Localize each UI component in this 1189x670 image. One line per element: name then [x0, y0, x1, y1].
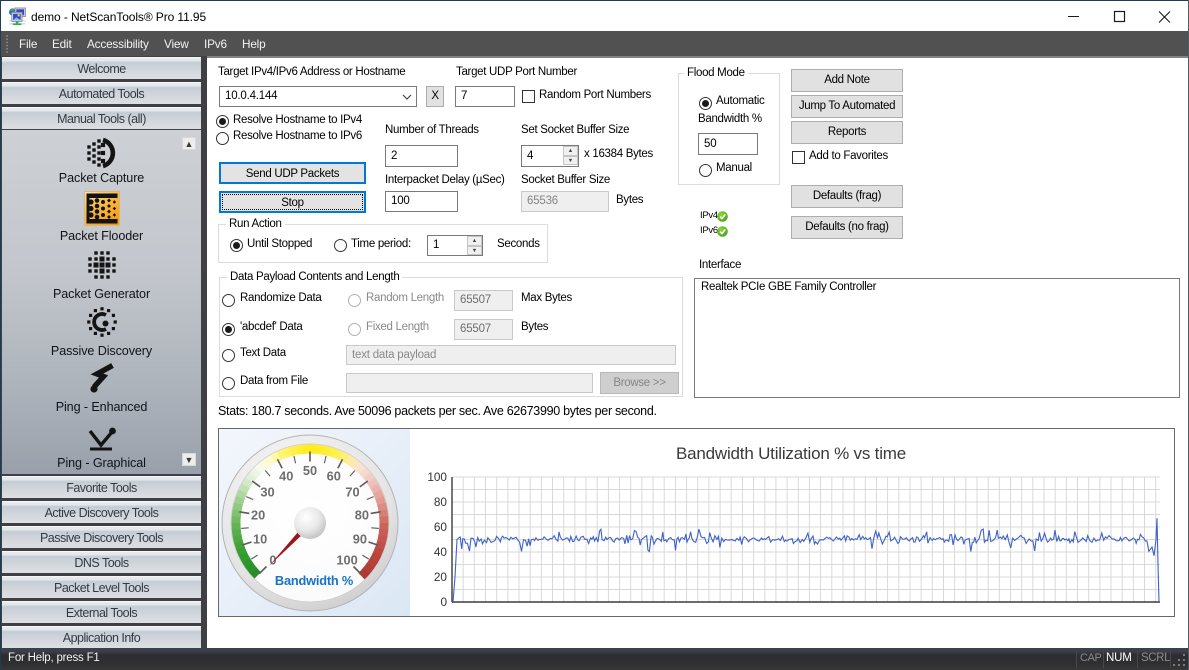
svg-text:40: 40	[434, 545, 448, 559]
svg-text:100: 100	[427, 470, 447, 484]
svg-text:80: 80	[434, 495, 448, 509]
svg-text:Bandwidth Utilization % vs tim: Bandwidth Utilization % vs time	[676, 444, 906, 463]
svg-text:20: 20	[434, 570, 448, 584]
svg-text:60: 60	[434, 520, 448, 534]
svg-text:0: 0	[440, 595, 447, 609]
